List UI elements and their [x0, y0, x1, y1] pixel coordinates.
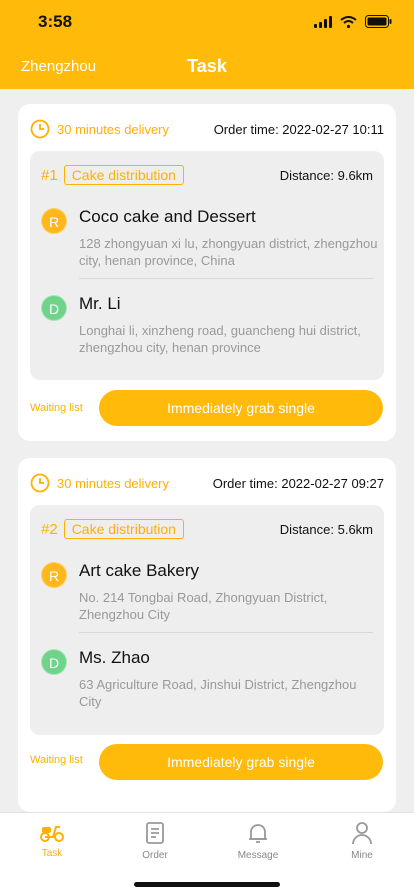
dropoff-address: Longhai li, xinzheng road, guancheng hui…: [79, 323, 361, 355]
order-document-icon: [146, 822, 164, 844]
scooter-icon: [40, 826, 64, 842]
waiting-list-label: Waiting list: [30, 402, 83, 414]
order-time: Order time: 2022-02-27 09:27: [212, 475, 384, 491]
divider: [79, 632, 373, 633]
dropoff-name: Mr. Li: [79, 294, 121, 313]
pickup-badge: R: [41, 562, 67, 588]
dropoff-address: 63 Agriculture Road, Jinshui District, Z…: [79, 677, 357, 709]
grab-order-button[interactable]: Immediately grab single: [99, 390, 383, 426]
tab-message-label: Message: [237, 850, 279, 861]
bell-icon: [249, 824, 267, 843]
pickup-badge: R: [41, 208, 67, 234]
tab-message[interactable]: Message: [228, 821, 288, 861]
order-number: #2: [41, 520, 58, 538]
tab-mine-label: Mine: [351, 850, 373, 861]
order-list: 30 minutes delivery Order time: 2022-02-…: [18, 104, 396, 849]
tab-order[interactable]: Order: [125, 821, 185, 861]
grab-order-button[interactable]: Immediately grab single: [99, 744, 383, 780]
delivery-time-label: 30 minutes delivery: [57, 121, 169, 137]
distance: Distance: 5.6km: [279, 521, 373, 537]
battery-icon: [365, 15, 392, 28]
order-card: 30 minutes delivery Order time: 2022-02-…: [18, 458, 396, 812]
pickup-address: 128 zhongyuan xi lu, zhongyuan district,…: [79, 236, 378, 268]
tab-mine[interactable]: Mine: [332, 821, 392, 861]
order-card: 30 minutes delivery Order time: 2022-02-…: [18, 104, 396, 441]
dropoff-name: Ms. Zhao: [79, 648, 150, 667]
page-title: Task: [187, 56, 227, 76]
pickup-address: No. 214 Tongbai Road, Zhongyuan District…: [79, 590, 328, 622]
order-detail-panel: #1 Cake distribution Distance: 9.6km R C…: [30, 151, 384, 380]
wifi-icon: [340, 15, 357, 28]
clock-icon: [30, 473, 50, 493]
category-tag: Cake distribution: [63, 519, 184, 539]
distance: Distance: 9.6km: [279, 167, 373, 183]
tab-task[interactable]: Task: [22, 821, 82, 859]
clock-icon: [30, 119, 50, 139]
category-tag: Cake distribution: [63, 165, 184, 185]
order-time: Order time: 2022-02-27 10:11: [213, 121, 384, 137]
dropoff-badge: D: [41, 649, 67, 675]
top-bar: 3:58 Zhengzhou Task: [0, 0, 414, 89]
person-icon: [352, 822, 372, 845]
delivery-time-label: 30 minutes delivery: [57, 475, 169, 491]
order-detail-panel: #2 Cake distribution Distance: 5.6km R A…: [30, 505, 384, 735]
tab-task-label: Task: [41, 848, 63, 859]
status-time: 3:58: [38, 12, 73, 31]
tab-order-label: Order: [142, 850, 168, 861]
pickup-name: Coco cake and Dessert: [79, 207, 256, 226]
signal-icon: [314, 15, 332, 28]
status-icons: [314, 15, 392, 28]
order-number: #1: [41, 166, 58, 184]
dropoff-badge: D: [41, 295, 67, 321]
pickup-name: Art cake Bakery: [79, 561, 199, 580]
home-indicator: [134, 882, 280, 887]
waiting-list-label: Waiting list: [30, 754, 83, 766]
divider: [79, 278, 373, 279]
